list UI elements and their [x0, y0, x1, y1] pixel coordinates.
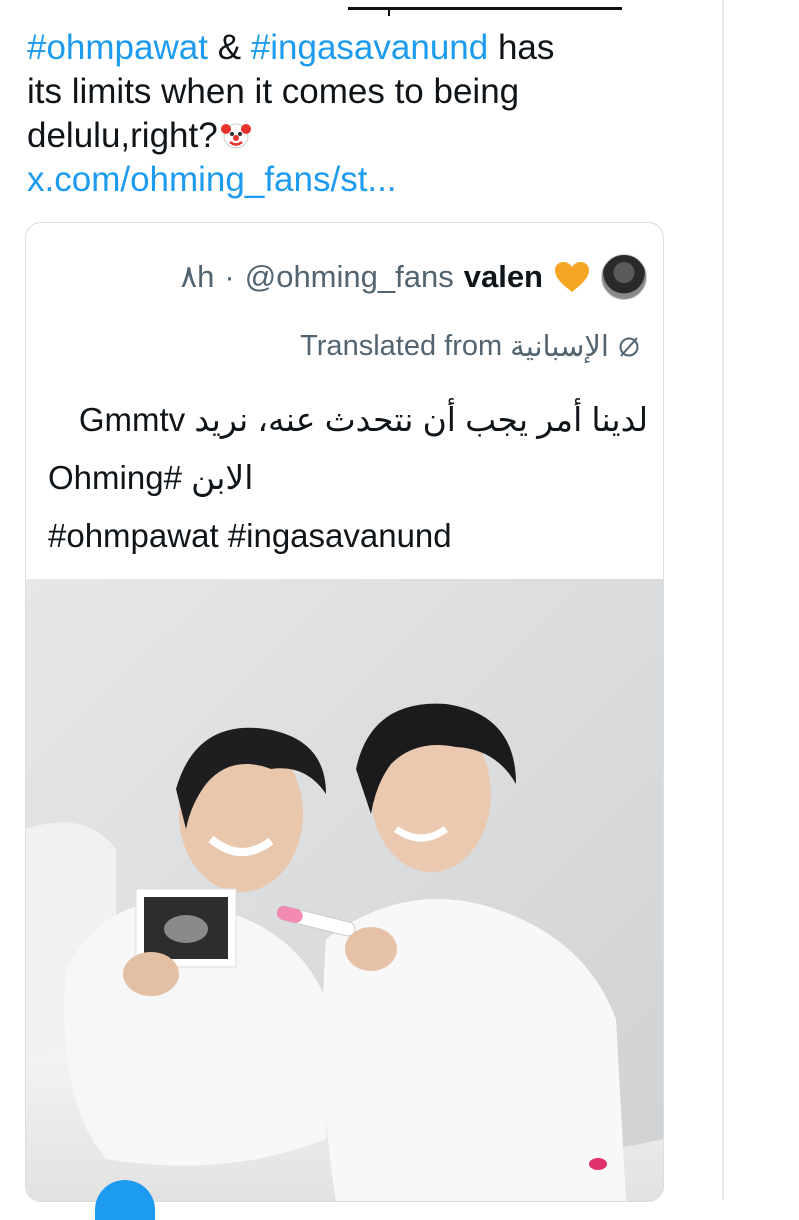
top-divider-tick [388, 10, 390, 16]
translated-label: Translated from [300, 330, 503, 362]
hashtag-ingasavanund[interactable]: #ingasavanund [251, 28, 488, 67]
tweet-text-part3: delulu,right? [27, 116, 218, 155]
hashtag-ohmpawat[interactable]: #ohmpawat [27, 28, 208, 67]
clown-face-icon [220, 123, 251, 149]
quoted-handle[interactable]: @ohming_fans [245, 259, 454, 295]
tweet-link[interactable]: x.com/ohming_fans/st... [27, 158, 397, 202]
header-separator: · [224, 259, 235, 294]
quoted-tweet-time: ٨h [180, 259, 215, 294]
translate-globe-icon [619, 336, 639, 357]
tweet-text-part2: its limits when it comes to being [27, 72, 520, 111]
quoted-tweet-photo[interactable] [26, 579, 663, 1201]
ampersand: & [217, 28, 242, 67]
orange-heart-icon [555, 262, 589, 292]
tweet-text: #ohmpawat & #ingasavanund has its limits… [27, 26, 707, 202]
quoted-avatar[interactable] [601, 254, 647, 300]
photo-illustration [26, 579, 663, 1201]
quoted-display-name[interactable]: valen [464, 259, 543, 295]
quoted-tweet-card[interactable]: ٨h · @ohming_fans valen Translated from … [25, 222, 664, 1202]
quoted-body-line2: الابن #Ohming [48, 459, 254, 496]
quoted-body-line1: لدينا أمر يجب أن نتحدث عنه، نريد Gmmtv [78, 401, 648, 438]
quoted-tweet-body: لدينا أمر يجب أن نتحدث عنه، نريد Gmmtv ا… [48, 391, 648, 565]
quoted-tweet-header: ٨h · @ohming_fans valen [180, 253, 647, 301]
tweet-text-part1: has [497, 28, 555, 67]
column-divider [722, 0, 724, 1200]
translated-language: الإسبانية [510, 331, 609, 363]
translated-from-row: Translated from الإسبانية [300, 329, 641, 364]
quoted-body-line3: #ohmpawat #ingasavanund [48, 517, 452, 554]
